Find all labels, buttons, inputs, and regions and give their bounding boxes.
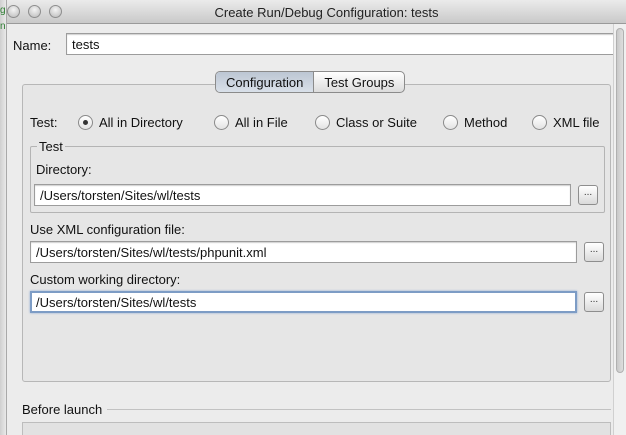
radio-checked-icon[interactable]	[78, 115, 93, 130]
radio-method[interactable]: Method	[443, 115, 507, 130]
working-dir-input[interactable]: /Users/torsten/Sites/wl/tests	[30, 291, 577, 313]
before-launch-label: Before launch	[22, 402, 103, 417]
radio-label: XML file	[553, 115, 600, 130]
radio-unchecked-icon[interactable]	[214, 115, 229, 130]
background-glyph: g	[0, 5, 6, 16]
test-label: Test:	[30, 115, 58, 130]
radio-unchecked-icon[interactable]	[532, 115, 547, 130]
directory-input[interactable]: /Users/torsten/Sites/wl/tests	[34, 184, 571, 206]
radio-unchecked-icon[interactable]	[443, 115, 458, 130]
background-window-edge: g n	[0, 0, 7, 435]
radio-xml-file[interactable]: XML file	[532, 115, 599, 130]
xml-config-input[interactable]: /Users/torsten/Sites/wl/tests/phpunit.xm…	[30, 241, 577, 263]
radio-all-in-file[interactable]: All in File	[214, 115, 288, 130]
before-launch-panel	[22, 422, 611, 435]
title-bar: Create Run/Debug Configuration: tests	[7, 0, 626, 24]
vertical-scrollbar[interactable]	[613, 24, 626, 435]
background-glyph: n	[0, 21, 6, 32]
radio-all-in-directory[interactable]: All in Directory	[78, 115, 183, 130]
xml-config-label: Use XML configuration file:	[30, 222, 185, 237]
tab-bar: Configuration Test Groups	[215, 71, 406, 93]
radio-label: Class or Suite	[336, 115, 417, 130]
radio-unchecked-icon[interactable]	[315, 115, 330, 130]
browse-directory-button[interactable]: ...	[578, 185, 598, 205]
tab-configuration[interactable]: Configuration	[216, 72, 315, 92]
radio-label: All in File	[235, 115, 288, 130]
tab-test-groups[interactable]: Test Groups	[314, 72, 404, 92]
browse-xml-config-button[interactable]: ...	[584, 242, 604, 262]
radio-label: All in Directory	[99, 115, 183, 130]
test-group-title: Test	[37, 139, 65, 154]
divider	[107, 409, 611, 410]
browse-working-dir-button[interactable]: ...	[584, 292, 604, 312]
window-title: Create Run/Debug Configuration: tests	[214, 5, 439, 20]
scrollbar-thumb[interactable]	[616, 28, 624, 373]
radio-class-or-suite[interactable]: Class or Suite	[315, 115, 417, 130]
directory-label: Directory:	[36, 162, 92, 177]
name-input[interactable]: tests	[66, 33, 621, 55]
dialog-window: Create Run/Debug Configuration: tests Na…	[7, 0, 626, 435]
working-dir-label: Custom working directory:	[30, 272, 181, 287]
name-label: Name:	[13, 38, 52, 53]
radio-label: Method	[464, 115, 508, 130]
